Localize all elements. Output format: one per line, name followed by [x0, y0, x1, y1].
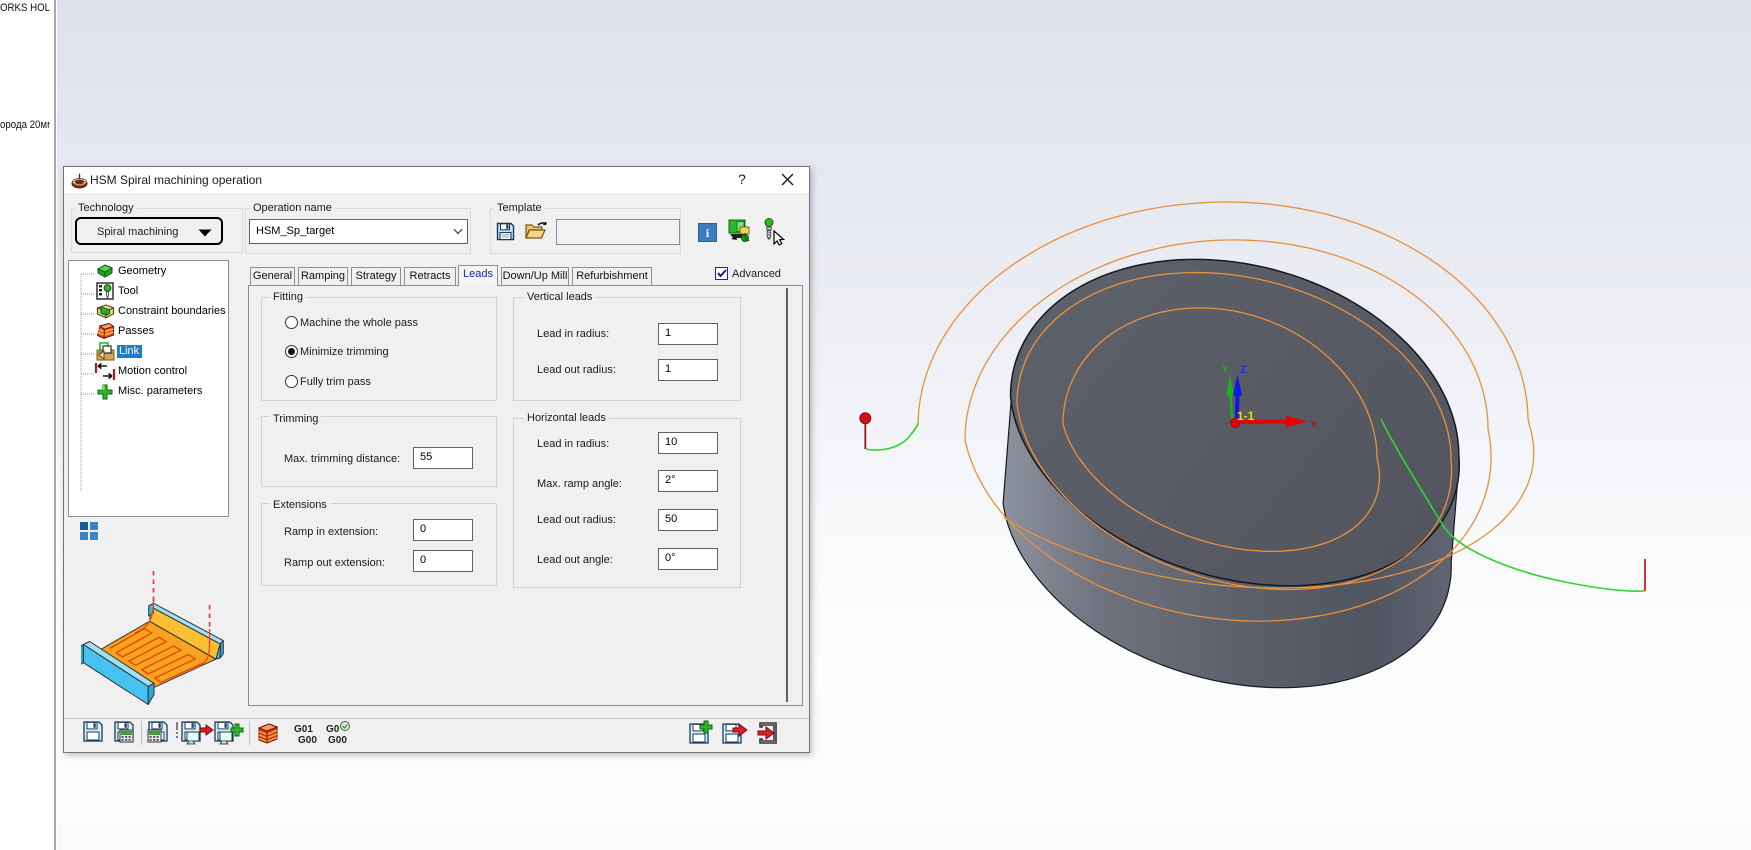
svg-text:x: x — [1311, 419, 1317, 430]
svg-text:G0: G0 — [326, 724, 340, 735]
svg-text:G00: G00 — [298, 735, 317, 746]
svg-text:Y: Y — [1222, 364, 1229, 375]
svg-text:Z: Z — [1240, 364, 1247, 376]
svg-text:G01: G01 — [294, 724, 313, 735]
svg-text:1-1: 1-1 — [1237, 409, 1255, 423]
svg-text:G00: G00 — [328, 735, 347, 746]
